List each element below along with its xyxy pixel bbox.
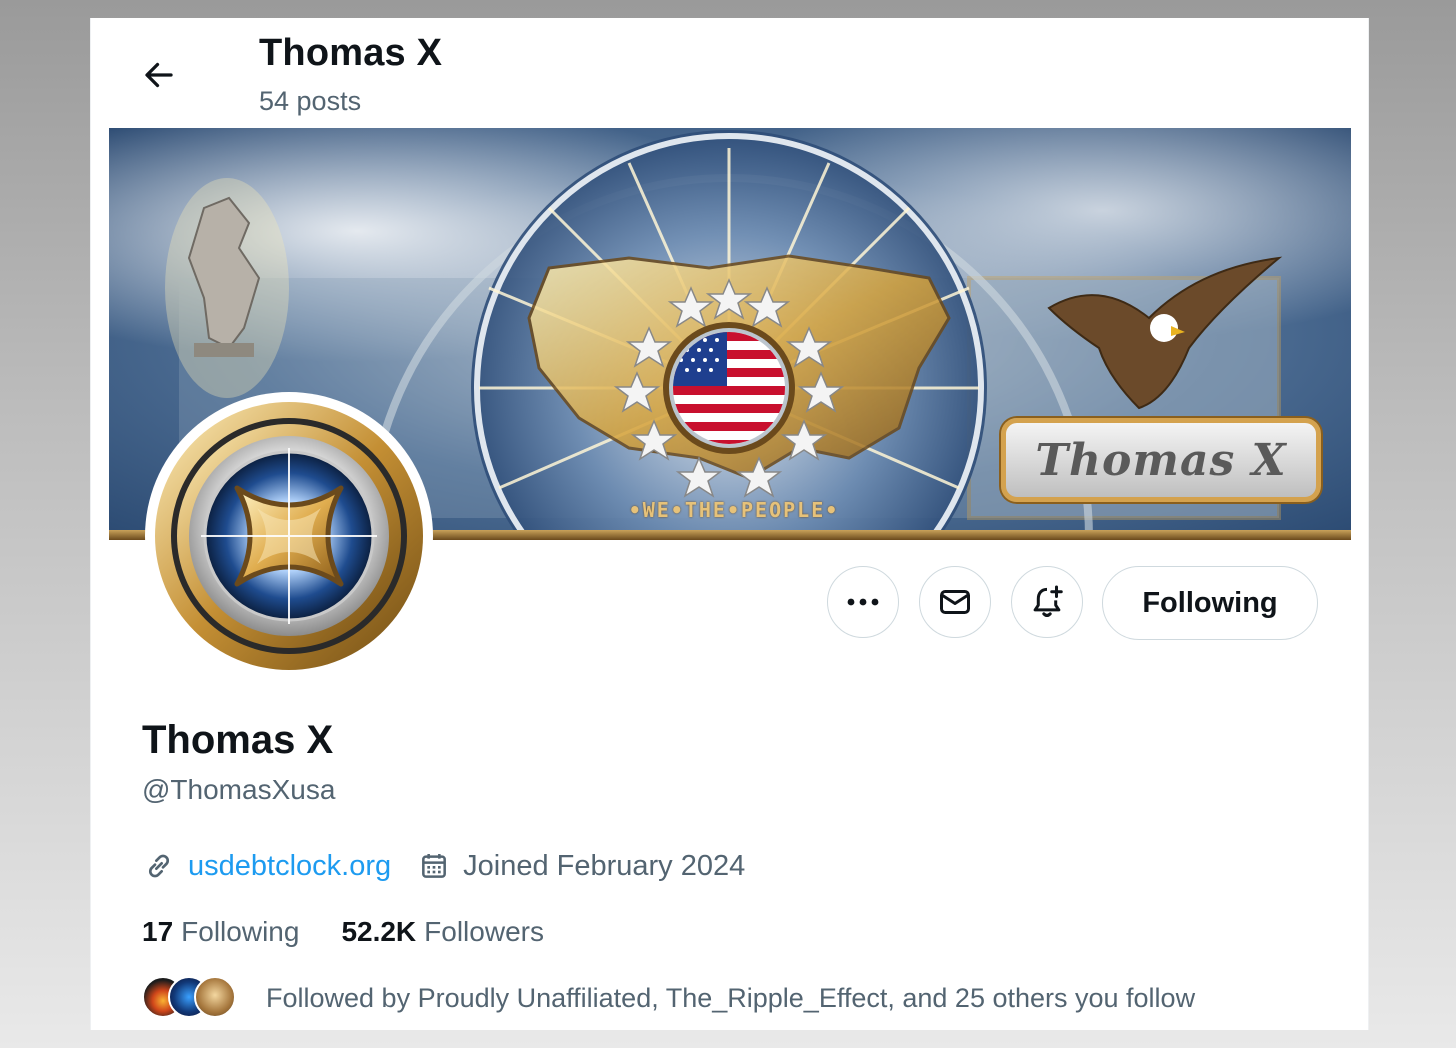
follow-stats: 17 Following 52.2K Followers (142, 912, 544, 952)
profile-handle: @ThomasXusa (142, 774, 336, 805)
back-button[interactable] (137, 53, 181, 97)
notifications-button[interactable] (1011, 566, 1083, 638)
header-title: Thomas X (259, 32, 443, 74)
ellipsis-icon (847, 598, 879, 606)
followers-count: 52.2K (341, 916, 417, 947)
message-button[interactable] (919, 566, 991, 638)
profile-website-link[interactable]: usdebtclock.org (188, 850, 391, 883)
following-count-link[interactable]: 17 Following (142, 916, 299, 948)
followed-by-avatars (142, 974, 242, 1022)
banner-motto: •WE•THE•PEOPLE• (628, 498, 840, 522)
profile-avatar[interactable] (145, 392, 433, 680)
bell-plus-icon (1033, 585, 1063, 617)
following-count: 17 (142, 916, 174, 947)
followed-by-row[interactable]: Followed by Proudly Unaffiliated, The_Ri… (142, 974, 1195, 1022)
more-options-button[interactable] (827, 566, 899, 638)
banner-name-plate: Thomas X (1001, 418, 1321, 502)
following-count-label: Following (181, 916, 300, 947)
arrow-left-icon (145, 62, 173, 88)
profile-display-name: Thomas X (142, 718, 334, 762)
envelope-icon (940, 590, 970, 614)
avatar (194, 976, 236, 1018)
followed-by-text: Followed by Proudly Unaffiliated, The_Ri… (266, 982, 1196, 1013)
joined-date: Joined February 2024 (417, 849, 745, 883)
followers-count-link[interactable]: 52.2K Followers (341, 916, 544, 948)
avatar-image (147, 394, 431, 678)
header-post-count: 54 posts (259, 86, 362, 116)
link-icon (142, 849, 176, 883)
following-button[interactable]: Following (1102, 566, 1318, 640)
followers-count-label: Followers (424, 916, 544, 947)
profile-meta-row: usdebtclock.org Joined February 2024 (142, 846, 745, 886)
joined-date-text: Joined February 2024 (463, 849, 746, 882)
calendar-icon (417, 849, 451, 883)
profile-card: Thomas X 54 posts Thomas X •WE•THE•PEOPL… (90, 18, 1369, 1030)
